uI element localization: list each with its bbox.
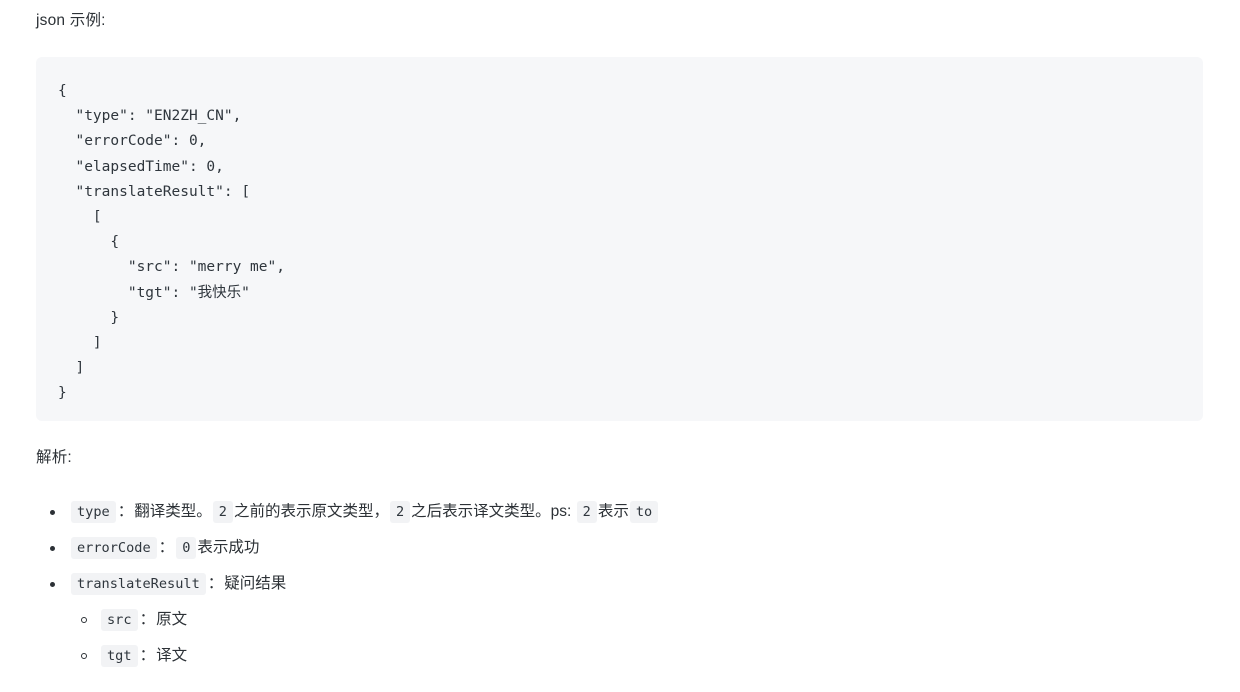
json-code-content: { "type": "EN2ZH_CN", "errorCode": 0, "e… — [58, 83, 285, 402]
key-colon: ： — [117, 503, 134, 520]
analysis-sublist: src ：原文 tgt ：译文 — [70, 602, 1196, 674]
inline-code-value: 2 — [576, 501, 597, 523]
list-item-text: 表示成功 — [197, 539, 260, 556]
analysis-list: type ：翻译类型。 2 之前的表示原文类型， 2 之后表示译文类型。ps: 2 表示 to… — [36, 494, 1196, 674]
list-item-text: 表示 — [597, 503, 629, 520]
list-item: type ：翻译类型。 2 之前的表示原文类型， 2 之后表示译文类型。ps: 2 表示 to — [36, 494, 1196, 530]
list-item-text: 原文 — [156, 611, 188, 628]
key-colon: ： — [158, 539, 175, 556]
list-item-text: 译文 — [156, 647, 188, 664]
list-item-text: 疑问结果 — [224, 575, 287, 592]
inline-code-value: 2 — [389, 501, 411, 523]
inline-code-key: src — [101, 609, 138, 631]
analysis-heading: 解析: — [36, 449, 72, 466]
list-item: translateResult ：疑问结果 src ：原文 tgt ：译文 — [36, 566, 1196, 674]
inline-code-value: 0 — [176, 537, 197, 559]
list-item-text: 之前的表示原文类型， — [233, 503, 389, 520]
inline-code-key: translateResult — [71, 573, 206, 595]
list-item-sub: src ：原文 — [70, 602, 1196, 638]
key-colon: ： — [139, 611, 156, 628]
json-example-heading: json 示例: — [36, 12, 106, 29]
document-page: json 示例: { "type": "EN2ZH_CN", "errorCod… — [0, 0, 1240, 692]
inline-code-key: tgt — [101, 645, 138, 667]
list-item-sub: tgt ：译文 — [70, 638, 1196, 674]
key-colon: ： — [139, 647, 156, 664]
key-colon: ： — [207, 575, 224, 592]
list-item-text: 之后表示译文类型。ps: — [411, 503, 576, 520]
list-item: errorCode： 0 表示成功 — [36, 530, 1196, 566]
inline-code-key: type — [71, 501, 116, 523]
json-code-block: { "type": "EN2ZH_CN", "errorCode": 0, "e… — [36, 57, 1203, 421]
inline-code-value: 2 — [212, 501, 233, 523]
inline-code-key: errorCode — [71, 537, 157, 559]
list-item-text: 翻译类型。 — [134, 503, 212, 520]
inline-code-value: to — [629, 501, 659, 523]
